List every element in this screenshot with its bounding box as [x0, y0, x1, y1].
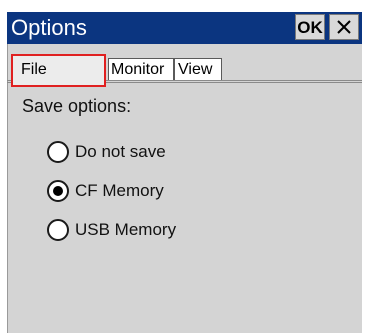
tab-view[interactable]: View: [174, 58, 222, 80]
tab-file[interactable]: File: [11, 54, 106, 87]
title-bar: Options OK: [7, 12, 362, 44]
radio-label-cf-memory: CF Memory: [75, 181, 164, 200]
radio-button-do-not-save[interactable]: [47, 141, 69, 163]
close-button[interactable]: [329, 14, 359, 40]
tab-monitor[interactable]: Monitor: [108, 58, 174, 80]
close-icon: [337, 20, 351, 34]
radio-button-cf-memory[interactable]: [47, 180, 69, 202]
options-dialog: Options OK File Monitor View Save option…: [0, 0, 367, 333]
ok-button[interactable]: OK: [295, 14, 325, 40]
body-left-border: [7, 44, 8, 333]
dialog-title: Options: [11, 15, 87, 40]
radio-button-usb-memory[interactable]: [47, 219, 69, 241]
radio-label-do-not-save: Do not save: [75, 142, 166, 161]
dialog-body: File Monitor View Save options: Do not s…: [7, 44, 362, 333]
radio-label-usb-memory: USB Memory: [75, 220, 177, 239]
save-options-label: Save options:: [22, 96, 132, 116]
